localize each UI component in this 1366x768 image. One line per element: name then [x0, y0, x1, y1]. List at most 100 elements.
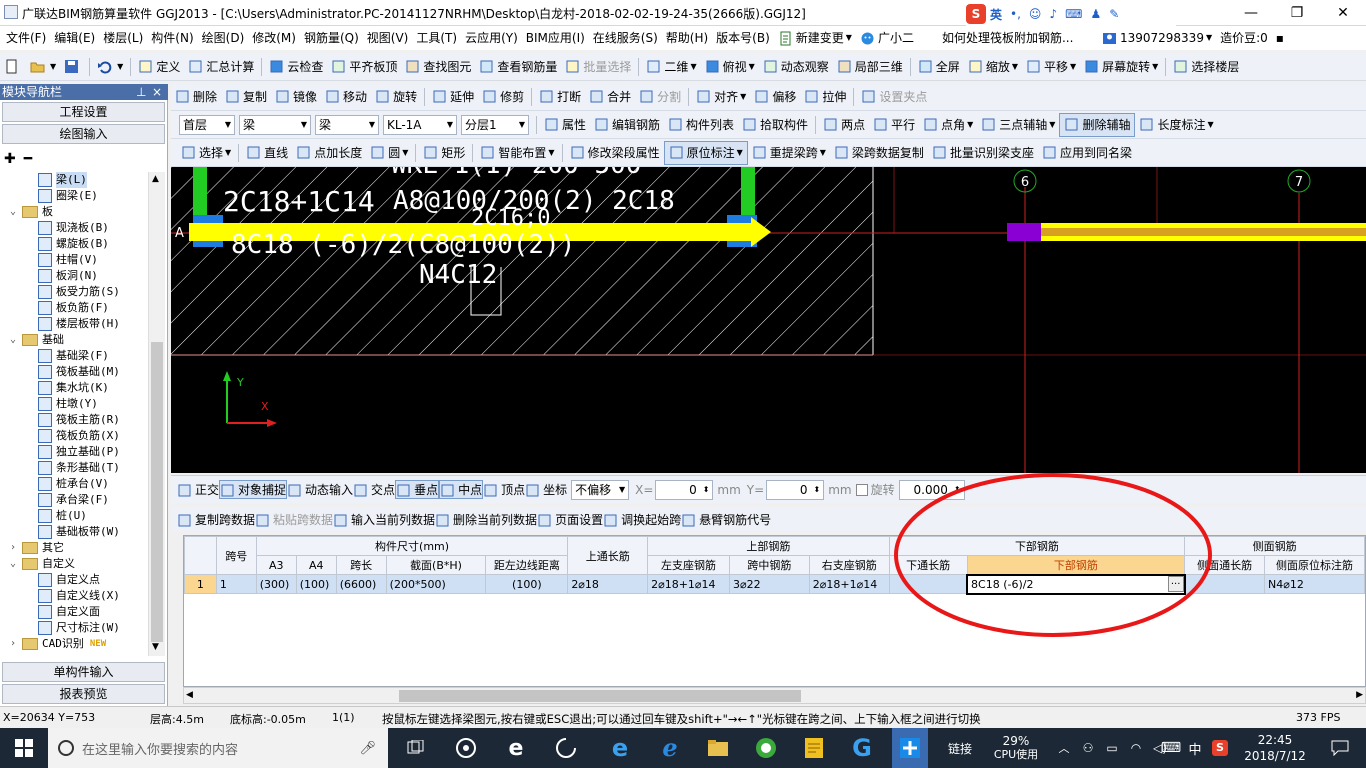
- tree-item-22[interactable]: 基础板带(W): [38, 524, 120, 540]
- tree-item-0[interactable]: 梁(L): [38, 172, 87, 188]
- snapbtns-button-6[interactable]: 顶点: [483, 481, 525, 498]
- tree-item-19[interactable]: 桩承台(V): [38, 476, 109, 492]
- tree-item-27[interactable]: 自定义面: [38, 604, 100, 620]
- tb1-button-10[interactable]: 局部三维: [833, 55, 907, 79]
- cell-mid[interactable]: 3⌀22: [729, 574, 810, 594]
- keyboard-icon[interactable]: ⌨: [1065, 7, 1082, 21]
- menu-item-7[interactable]: 视图(V): [363, 26, 413, 50]
- x-input[interactable]: 0 ⬍: [655, 479, 714, 500]
- menu-item-13[interactable]: 版本号(B): [712, 26, 774, 50]
- tb4-button-0[interactable]: 选择 ▼: [177, 141, 235, 165]
- tablebtns-button-1[interactable]: 粘贴跨数据: [255, 511, 333, 528]
- tree-item-9[interactable]: 楼层板带(H): [38, 316, 120, 332]
- cell-side-in-situ[interactable]: N4⌀12: [1264, 574, 1365, 594]
- new-file-icon[interactable]: [0, 55, 26, 79]
- menu-item-2[interactable]: 楼层(L): [99, 26, 147, 50]
- tree-item-4[interactable]: 螺旋板(B): [38, 236, 109, 252]
- menu-item-11[interactable]: 在线服务(S): [589, 26, 662, 50]
- cell-a3[interactable]: (300): [255, 574, 297, 594]
- col-top-through[interactable]: 上通长筋: [567, 536, 649, 575]
- menu-item-0[interactable]: 文件(F): [2, 26, 50, 50]
- tb1-button-15[interactable]: 选择楼层: [1169, 55, 1243, 79]
- single-component-button[interactable]: 单构件输入: [2, 662, 165, 682]
- floor-select[interactable]: 首层 ▼: [179, 114, 235, 135]
- tree-item-12[interactable]: 筏板基础(M): [38, 364, 120, 380]
- snapbtns-button-7[interactable]: 坐标: [525, 481, 567, 498]
- tree-item-26[interactable]: 自定义线(X): [38, 588, 120, 604]
- tb2-button-11[interactable]: 偏移: [750, 85, 800, 109]
- menu-item-4[interactable]: 绘图(D): [198, 26, 249, 50]
- tb4-button-1[interactable]: 直线: [242, 141, 292, 165]
- tree-item-14[interactable]: 柱墩(Y): [38, 396, 98, 412]
- keyboard-tray-icon[interactable]: ⌨: [1156, 728, 1186, 768]
- col-span-num[interactable]: 跨号: [215, 536, 257, 575]
- report-preview-button[interactable]: 报表预览: [2, 684, 165, 704]
- tablebtns-button-4[interactable]: 页面设置: [537, 511, 603, 528]
- tb1-button-0[interactable]: 定义: [134, 55, 184, 79]
- y-input[interactable]: 0 ⬍: [766, 479, 825, 500]
- save-icon[interactable]: [60, 55, 86, 79]
- expand-icon[interactable]: ⌄: [10, 204, 20, 220]
- tree-item-15[interactable]: 筏板主筋(R): [38, 412, 120, 428]
- scroll-up-icon[interactable]: ▲: [152, 174, 159, 184]
- tb1-button-12[interactable]: 缩放 ▼: [964, 55, 1022, 79]
- tb4-button-4[interactable]: 矩形: [419, 141, 469, 165]
- tb3-button-9[interactable]: 长度标注 ▼: [1135, 113, 1217, 137]
- edge-icon[interactable]: e: [600, 728, 640, 768]
- col-bottom[interactable]: 下部钢筋: [966, 555, 1186, 575]
- tb4-button-5[interactable]: 智能布置 ▼: [476, 141, 558, 165]
- restore-button[interactable]: ❐: [1274, 0, 1320, 26]
- tree-item-18[interactable]: 条形基础(T): [38, 460, 120, 476]
- tb2-button-3[interactable]: 移动: [321, 85, 371, 109]
- menu-item-1[interactable]: 编辑(E): [50, 26, 99, 50]
- tree-item-3[interactable]: 现浇板(B): [38, 220, 109, 236]
- col-length[interactable]: 跨长: [335, 555, 387, 575]
- tb3-button-2[interactable]: 构件列表: [664, 113, 738, 137]
- rotate-input[interactable]: 0.000 ⬍: [898, 479, 965, 500]
- help-question-link[interactable]: 如何处理筏板附加钢筋...: [938, 26, 1088, 50]
- tb2-button-9[interactable]: 分割: [635, 85, 685, 109]
- expand-icon[interactable]: ⌄: [10, 556, 20, 572]
- tree-item-20[interactable]: 承台梁(F): [38, 492, 109, 508]
- clock[interactable]: 22:45 2018/7/12: [1240, 728, 1310, 768]
- start-button[interactable]: [0, 728, 48, 768]
- scroll-thumb[interactable]: [151, 342, 163, 642]
- hscroll-thumb[interactable]: [399, 690, 801, 702]
- type2-select[interactable]: 梁 ▼: [315, 114, 379, 135]
- ime-toolbar[interactable]: S 英 •, ☺ ♪ ⌨ ♟ ✎: [966, 2, 1176, 26]
- ime-lang[interactable]: 英: [990, 6, 1002, 23]
- col-left-support[interactable]: 左支座钢筋: [647, 555, 731, 575]
- tb2-button-7[interactable]: 打断: [535, 85, 585, 109]
- tb2-button-13[interactable]: 设置夹点: [857, 85, 931, 109]
- tb2-button-5[interactable]: 延伸: [428, 85, 478, 109]
- scroll-left-icon[interactable]: ◀: [186, 690, 193, 700]
- tb3-button-8[interactable]: 删除辅轴: [1059, 112, 1136, 137]
- col-side-through[interactable]: 侧面通长筋: [1184, 555, 1266, 575]
- col-section[interactable]: 截面(B*H): [385, 555, 487, 575]
- tb3-button-7[interactable]: 三点辅轴 ▼: [977, 113, 1059, 137]
- price-coin[interactable]: 造价豆:0: [1216, 26, 1272, 50]
- col-mid[interactable]: 跨中钢筋: [729, 555, 810, 575]
- col-dist[interactable]: 距左边线距离: [485, 555, 569, 575]
- table-row[interactable]: 1 1 (300) (100) (6600) (200*500) (100) 2…: [184, 573, 1365, 595]
- snapbtns-button-5[interactable]: 中点: [439, 480, 484, 499]
- mic-icon[interactable]: ♪: [1049, 7, 1057, 21]
- tree-item-16[interactable]: 筏板负筋(X): [38, 428, 120, 444]
- emoji-icon[interactable]: ☺: [1029, 7, 1042, 21]
- tb3-button-1[interactable]: 编辑钢筋: [590, 113, 664, 137]
- menu-item-3[interactable]: 构件(N): [147, 26, 197, 50]
- tree-item-1[interactable]: 圈梁(E): [38, 188, 98, 204]
- tb2-button-6[interactable]: 修剪: [478, 85, 528, 109]
- tree-item-6[interactable]: 板洞(N): [38, 268, 98, 284]
- ie-blue-icon[interactable]: ℯ: [650, 728, 690, 768]
- tb1-button-5[interactable]: 查看钢筋量: [475, 55, 561, 79]
- tree-item-25[interactable]: 自定义点: [38, 572, 100, 588]
- project-settings-button[interactable]: 工程设置: [2, 102, 165, 122]
- tb3-button-0[interactable]: 属性: [540, 113, 590, 137]
- ggj-app-icon[interactable]: [892, 728, 928, 768]
- ellipsis-button[interactable]: ...: [1167, 576, 1183, 592]
- taskbar-search[interactable]: 在这里输入你要搜索的内容 🎤︎: [48, 728, 388, 768]
- tb2-button-10[interactable]: 对齐 ▼: [692, 85, 750, 109]
- offset-select[interactable]: 不偏移 ▼: [571, 479, 630, 500]
- col-a3[interactable]: A3: [255, 555, 297, 575]
